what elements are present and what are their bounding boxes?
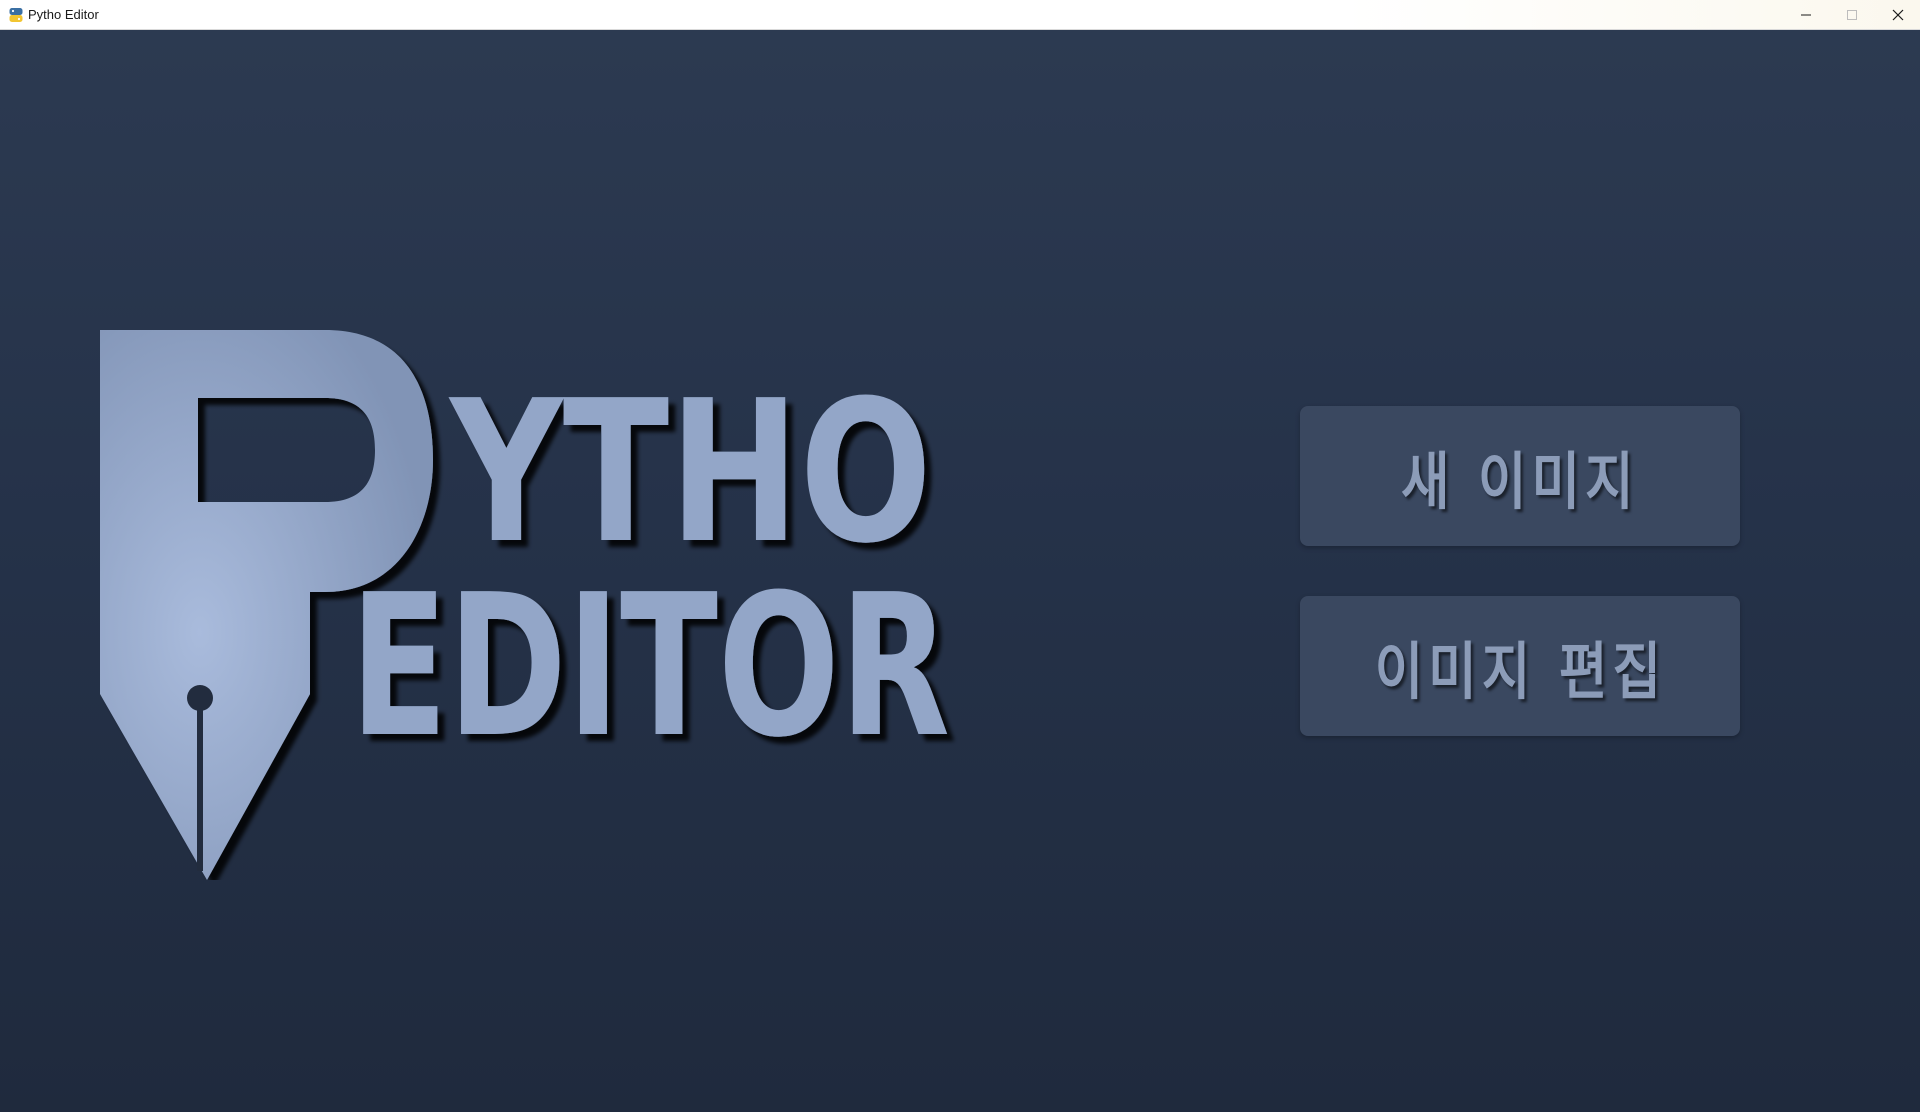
maximize-button[interactable] [1829,0,1875,30]
title-bar[interactable]: Pytho Editor [0,0,1920,30]
new-image-button[interactable]: 새 이미지 [1300,406,1740,546]
python-logo-icon [8,7,24,23]
close-button[interactable] [1875,0,1920,30]
edit-image-label: 이미지 편집 [1374,635,1666,708]
logo-line2: EDITOR [350,553,950,781]
new-image-label: 새 이미지 [1401,445,1639,518]
app-logo: YTHO EDITOR [100,330,950,880]
minimize-icon [1801,14,1811,16]
main-content: YTHO EDITOR 새 이미지 이미지 편집 [0,30,1920,1112]
edit-image-button[interactable]: 이미지 편집 [1300,596,1740,736]
window-title: Pytho Editor [28,7,99,22]
minimize-button[interactable] [1783,0,1829,30]
close-icon [1892,9,1904,21]
maximize-icon [1847,10,1857,20]
app-window: Pytho Editor YTHO EDITOR 새 이미지 이미지 편집 [0,0,1920,1112]
